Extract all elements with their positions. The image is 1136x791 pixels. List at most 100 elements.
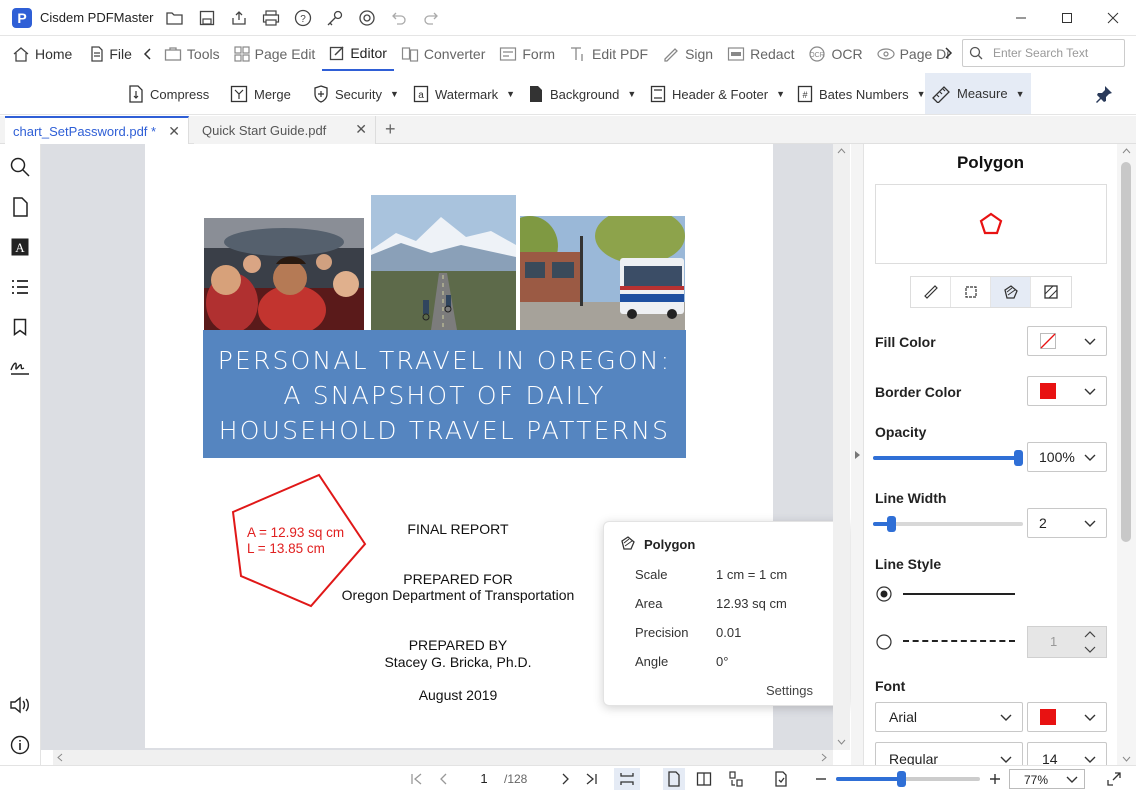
close-icon[interactable]: ✕ (355, 121, 367, 138)
document-horizontal-scrollbar[interactable] (53, 750, 833, 765)
menu-editor[interactable]: Editor (322, 37, 394, 71)
menu-ocr[interactable]: OCR OCR (801, 37, 869, 71)
open-folder-icon[interactable] (159, 2, 191, 34)
bates-numbers-dropdown[interactable]: # Bates Numbers ▼ (797, 81, 926, 107)
redo-icon[interactable] (415, 2, 447, 34)
single-page-view-icon[interactable] (663, 768, 685, 790)
opacity-dropdown[interactable]: 100% (1027, 442, 1107, 472)
maximize-button[interactable] (1044, 0, 1090, 36)
stepper-up-icon[interactable] (1084, 630, 1096, 638)
header-footer-dropdown[interactable]: Header & Footer ▼ (650, 81, 785, 107)
print-icon[interactable] (255, 2, 287, 34)
background-dropdown[interactable]: Background ▼ (528, 81, 636, 107)
scroll-up-icon[interactable] (837, 148, 846, 154)
extract-page-icon[interactable] (772, 770, 790, 788)
menu-scroll-right[interactable] (943, 46, 953, 60)
scroll-up-icon[interactable] (1122, 148, 1131, 154)
previous-page-icon[interactable] (435, 770, 453, 788)
rectangle-area-tool-icon[interactable] (1031, 277, 1071, 307)
two-page-view-icon[interactable] (695, 770, 713, 788)
popup-settings-link[interactable]: Settings (766, 683, 813, 698)
line-width-slider-thumb[interactable] (887, 516, 896, 532)
menu-file[interactable]: File (83, 37, 139, 71)
scroll-right-icon[interactable] (821, 753, 827, 762)
new-tab-plus-icon[interactable]: + (385, 119, 396, 140)
tab-chart-setpassword[interactable]: chart_SetPassword.pdf * ✕ (5, 116, 189, 144)
signature-icon[interactable] (9, 356, 31, 378)
outline-list-icon[interactable] (9, 276, 31, 298)
polygon-area-tool-icon[interactable] (991, 277, 1031, 307)
first-page-icon[interactable] (408, 770, 426, 788)
dashed-line-radio[interactable] (876, 634, 892, 650)
status-bar: 1 /128 77% (0, 765, 1136, 791)
share-icon[interactable] (223, 2, 255, 34)
info-icon[interactable] (9, 734, 31, 756)
opacity-slider[interactable] (873, 450, 1023, 466)
line-width-slider[interactable] (873, 516, 1023, 532)
border-color-dropdown[interactable] (1027, 376, 1107, 406)
menu-scroll-left[interactable] (139, 37, 157, 71)
measure-dropdown[interactable]: Measure ▼ (925, 73, 1031, 114)
undo-icon[interactable] (383, 2, 415, 34)
stepper-down-icon[interactable] (1084, 646, 1096, 654)
menu-converter[interactable]: Converter (394, 37, 492, 71)
menu-sign[interactable]: Sign (655, 37, 720, 71)
line-width-dropdown[interactable]: 2 (1027, 508, 1107, 538)
text-edit-icon[interactable]: A (9, 236, 31, 258)
document-vertical-scrollbar[interactable] (833, 144, 850, 750)
fullscreen-icon[interactable] (1105, 770, 1123, 788)
minimize-button[interactable] (998, 0, 1044, 36)
scroll-down-icon[interactable] (1122, 756, 1131, 762)
zoom-out-icon[interactable] (812, 770, 830, 788)
perimeter-tool-icon[interactable] (951, 277, 991, 307)
menu-tools[interactable]: Tools (157, 37, 227, 71)
distance-tool-icon[interactable] (911, 277, 951, 307)
current-page-input[interactable]: 1 (474, 771, 494, 786)
dash-length-stepper[interactable]: 1 (1027, 626, 1107, 658)
compress-button[interactable]: Compress (128, 81, 209, 107)
menu-form[interactable]: Form (492, 37, 562, 71)
menu-redact[interactable]: Redact (720, 37, 801, 71)
help-icon[interactable]: ? (287, 2, 319, 34)
scroll-down-icon[interactable] (837, 739, 846, 745)
last-page-icon[interactable] (582, 770, 600, 788)
close-icon[interactable]: ✕ (168, 123, 180, 140)
search-input[interactable]: Enter Search Text (962, 39, 1125, 67)
zoom-in-icon[interactable] (986, 770, 1004, 788)
tab-quick-start-guide[interactable]: Quick Start Guide.pdf ✕ (194, 116, 376, 144)
security-dropdown[interactable]: Security ▼ (313, 81, 399, 107)
menu-edit-pdf[interactable]: Edit PDF (562, 37, 655, 71)
pin-toolbar-button[interactable] (1095, 85, 1113, 103)
continuous-view-icon[interactable] (727, 770, 745, 788)
solid-line-radio[interactable] (876, 586, 892, 602)
zoom-slider[interactable] (836, 771, 980, 787)
fill-color-dropdown[interactable] (1027, 326, 1107, 356)
opacity-slider-thumb[interactable] (1014, 450, 1023, 466)
opacity-value: 100% (1039, 449, 1075, 465)
search-icon[interactable] (9, 156, 31, 178)
fit-page-icon[interactable] (614, 768, 640, 790)
menu-page-edit[interactable]: Page Edit (227, 37, 323, 71)
bookmark-icon[interactable] (9, 316, 31, 338)
zoom-slider-thumb[interactable] (897, 771, 906, 787)
merge-button[interactable]: Merge (230, 81, 291, 107)
settings-icon[interactable] (351, 2, 383, 34)
key-icon[interactable] (319, 2, 351, 34)
photo-mountain-road (371, 195, 516, 330)
menu-home[interactable]: Home (5, 37, 79, 71)
collapse-panel-toggle[interactable] (852, 448, 862, 462)
panel-scrollbar[interactable] (1117, 144, 1136, 770)
watermark-dropdown[interactable]: a Watermark ▼ (413, 81, 515, 107)
zoom-level-dropdown[interactable]: 77% (1009, 769, 1085, 789)
font-color-dropdown[interactable] (1027, 702, 1107, 732)
panel-scroll-thumb[interactable] (1121, 162, 1131, 542)
font-family-dropdown[interactable]: Arial (875, 702, 1023, 732)
scroll-left-icon[interactable] (57, 753, 63, 762)
page-thumbnail-icon[interactable] (9, 196, 31, 218)
save-icon[interactable] (191, 2, 223, 34)
close-window-button[interactable] (1090, 0, 1136, 36)
ruler-icon (932, 85, 950, 103)
menu-editor-label: Editor (350, 44, 387, 61)
next-page-icon[interactable] (556, 770, 574, 788)
speaker-icon[interactable] (9, 694, 31, 716)
